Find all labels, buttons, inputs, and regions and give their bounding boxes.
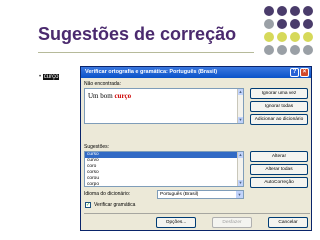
close-icon[interactable]: × — [300, 68, 309, 77]
decorative-dot — [290, 32, 300, 42]
list-scroll-up-icon[interactable]: ▲ — [238, 152, 243, 158]
dialog-titlebar: Verificar ortografia e gramática: Portug… — [81, 67, 311, 78]
suggestion-item[interactable]: corpo — [85, 182, 243, 186]
cancel-button[interactable]: Cancelar — [268, 217, 308, 228]
help-icon[interactable]: ? — [290, 68, 299, 77]
not-found-textbox[interactable]: Um bom curço ▲ ▼ — [84, 88, 244, 124]
decorative-dot — [264, 6, 274, 16]
grammar-check-label: Verificar gramática — [94, 202, 136, 208]
bullet-text: • curço — [39, 74, 60, 80]
footer-separator — [84, 213, 310, 214]
decorative-dot — [303, 45, 313, 55]
decorative-dot — [277, 19, 287, 29]
chevron-down-icon[interactable]: ▼ — [236, 191, 243, 198]
decorative-dot — [290, 45, 300, 55]
grammar-checkbox[interactable]: ✓ — [85, 202, 91, 208]
decorative-dot — [290, 6, 300, 16]
spelling-dialog: Verificar ortografia e gramática: Portug… — [80, 66, 312, 231]
decorative-dot — [277, 6, 287, 16]
decorative-dot — [264, 19, 274, 29]
change-button[interactable]: Alterar — [250, 151, 308, 162]
decorative-dot — [277, 32, 287, 42]
add-dictionary-button[interactable]: Adicionar ao dicionário — [250, 114, 308, 125]
misspelled-word: curço — [114, 92, 132, 100]
decorative-dot — [264, 45, 274, 55]
language-label: Idioma do dicionário: — [84, 191, 131, 197]
autocorrect-button[interactable]: AutoCorreção — [250, 177, 308, 188]
options-button[interactable]: Opções... — [156, 217, 196, 228]
decorative-dot — [290, 19, 300, 29]
not-found-text: Um bom curço — [88, 92, 131, 100]
text-before: Um bom — [88, 92, 115, 100]
textbox-scrollbar[interactable]: ▲ ▼ — [237, 89, 243, 123]
slide-title: Sugestões de correção — [38, 24, 237, 44]
language-select[interactable]: Português (Brasil) ▼ — [157, 190, 244, 199]
dialog-title: Verificar ortografia e gramática: Portug… — [85, 69, 218, 75]
suggestions-label: Sugestões: — [84, 144, 110, 150]
scroll-up-icon[interactable]: ▲ — [238, 89, 243, 95]
suggestions-list[interactable]: curso curvo coro corso corou corpo ▲ ▼ — [84, 151, 244, 187]
decorative-dots — [256, 4, 320, 64]
decorative-dot — [277, 45, 287, 55]
decorative-dot — [303, 32, 313, 42]
decorative-dot — [303, 19, 313, 29]
list-scroll-down-icon[interactable]: ▼ — [238, 180, 243, 186]
bullet-highlight: curço — [42, 74, 60, 80]
change-all-button[interactable]: Alterar todas — [250, 164, 308, 175]
not-found-label: Não encontrada: — [84, 81, 121, 87]
undo-button: Desfazer — [212, 217, 252, 228]
decorative-dot — [303, 6, 313, 16]
list-scrollbar[interactable]: ▲ ▼ — [237, 152, 243, 186]
ignore-once-button[interactable]: Ignorar uma vez — [250, 88, 308, 99]
scroll-down-icon[interactable]: ▼ — [238, 117, 243, 123]
language-value: Português (Brasil) — [160, 192, 199, 197]
title-underline — [38, 52, 254, 53]
decorative-dot — [264, 32, 274, 42]
ignore-all-button[interactable]: Ignorar todas — [250, 101, 308, 112]
